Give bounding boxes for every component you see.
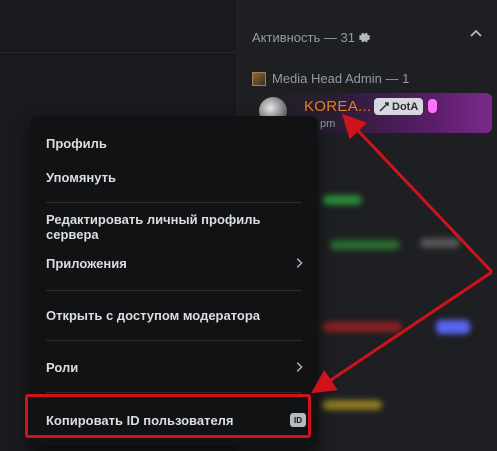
- menu-item-apps[interactable]: Приложения: [46, 247, 306, 279]
- menu-divider: [46, 340, 302, 341]
- menu-divider: [46, 202, 302, 203]
- menu-item-label: Приложения: [46, 255, 127, 271]
- chevron-right-icon: [296, 258, 303, 268]
- game-tag-label: DotA: [392, 100, 419, 113]
- menu-item-mention[interactable]: Упомянуть: [46, 161, 306, 193]
- boost-icon: [428, 99, 437, 113]
- role-group-header: Media Head Admin — 1: [252, 71, 409, 86]
- chevron-right-icon: [296, 362, 303, 372]
- menu-divider: [46, 392, 302, 393]
- menu-item-label: Профиль: [46, 135, 107, 151]
- member-status: pm: [320, 118, 336, 130]
- role-group-label: Media Head Admin — 1: [272, 71, 410, 86]
- menu-divider: [46, 290, 302, 291]
- menu-item-label: Роли: [46, 359, 79, 375]
- menu-item-label: Упомянуть: [46, 169, 117, 185]
- role-badge-icon: [252, 71, 266, 86]
- menu-item-label: Редактировать личный профиль сервера: [46, 212, 261, 242]
- menu-item-profile[interactable]: Профиль: [46, 127, 306, 159]
- menu-item-roles[interactable]: Роли: [46, 351, 306, 383]
- menu-item-edit-server-profile[interactable]: Редактировать личный профиль сервера: [46, 211, 306, 243]
- activity-section-header[interactable]: Активность — 31: [252, 30, 370, 45]
- game-tag[interactable]: DotA: [374, 98, 424, 115]
- activity-header-label: Активность — 31: [252, 30, 355, 45]
- menu-item-label: Открыть с доступом модератора: [46, 307, 261, 323]
- member-name[interactable]: KOREA...: [304, 98, 371, 115]
- header-divider: [0, 52, 236, 53]
- annotation-highlight-box: [25, 394, 311, 438]
- chevron-up-icon[interactable]: [468, 26, 484, 42]
- sword-icon: [379, 101, 389, 112]
- menu-item-open-as-moderator[interactable]: Открыть с доступом модератора: [46, 299, 306, 331]
- gear-icon[interactable]: [358, 32, 370, 43]
